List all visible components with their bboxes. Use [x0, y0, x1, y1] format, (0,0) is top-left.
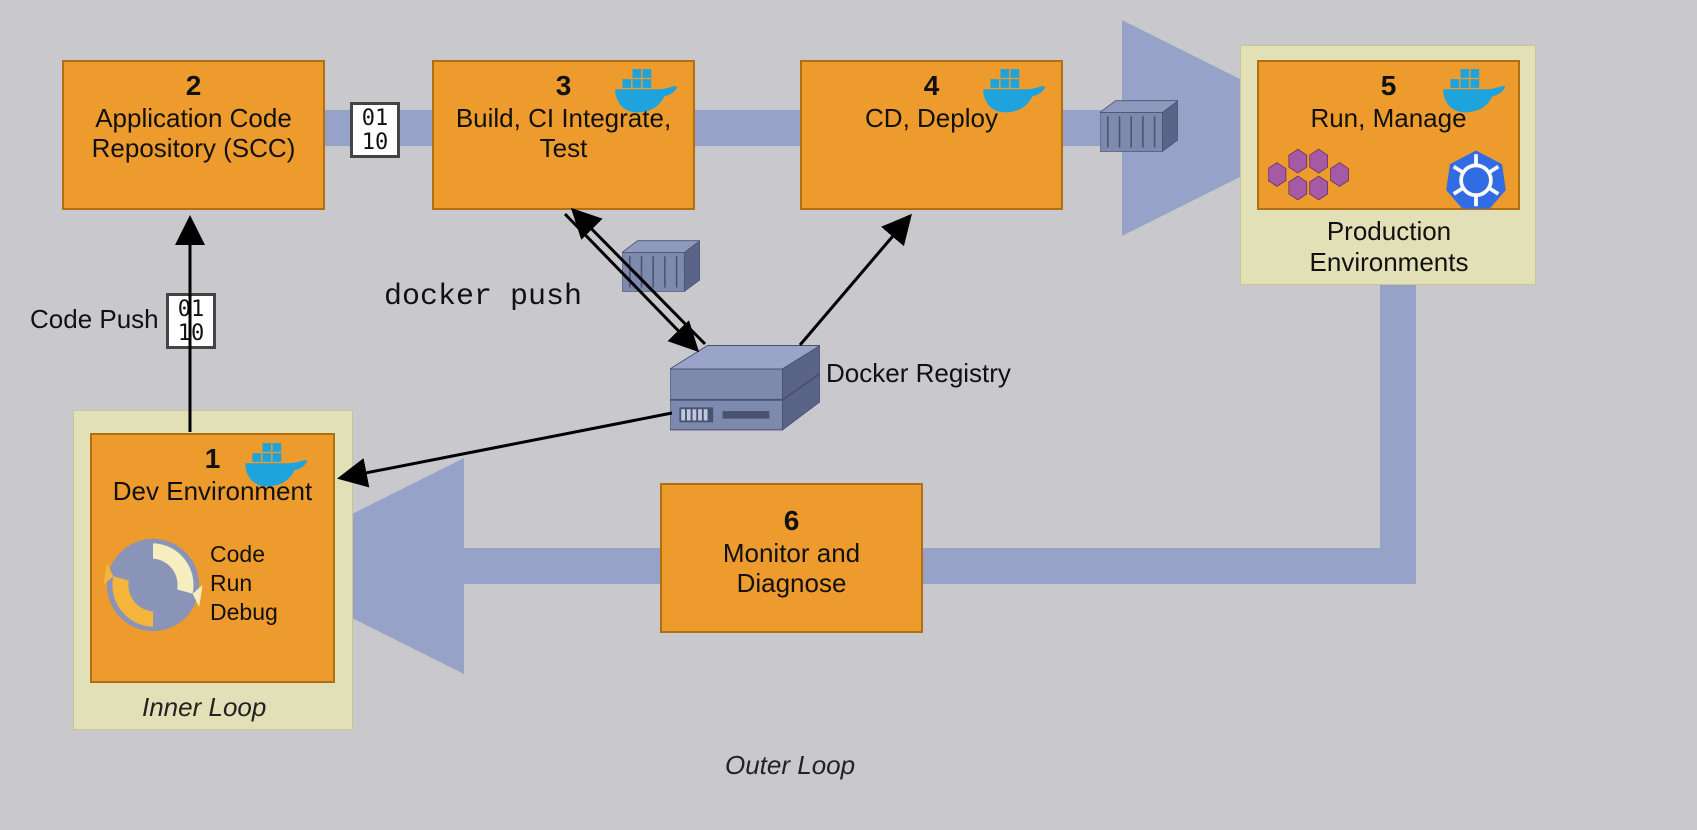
stage-1-num: 1	[205, 443, 221, 475]
cycle-icon	[98, 530, 208, 645]
service-fabric-icon	[1268, 148, 1350, 215]
stage-2-title: Application Code Repository (SCC)	[92, 103, 296, 163]
container-icon	[1100, 100, 1178, 161]
binary-icon: 01 10	[350, 102, 400, 158]
binary-line: 10	[169, 322, 213, 346]
server-icon	[670, 345, 820, 440]
binary-line: 01	[353, 107, 397, 131]
docker-icon	[976, 64, 1048, 116]
cycle-run: Run	[210, 569, 278, 598]
outer-loop-label: Outer Loop	[725, 750, 855, 781]
cycle-list: Code Run Debug	[210, 540, 278, 626]
kubernetes-icon	[1445, 148, 1507, 215]
docker-icon	[608, 64, 680, 116]
stage-6-title: Monitor and Diagnose	[723, 538, 860, 598]
docker-icon	[1436, 64, 1508, 116]
stage-2-box: 2 Application Code Repository (SCC)	[62, 60, 325, 210]
docker-registry-label: Docker Registry	[826, 358, 1011, 389]
container-icon	[622, 240, 700, 301]
binary-line: 10	[353, 131, 397, 155]
docker-push-label: docker push	[384, 280, 582, 314]
production-env-label: Production Environments	[1254, 216, 1524, 278]
cycle-code: Code	[210, 540, 278, 569]
inner-loop-label: Inner Loop	[142, 692, 266, 723]
stage-6-num: 6	[670, 505, 913, 537]
cycle-debug: Debug	[210, 598, 278, 627]
code-push-label: Code Push	[30, 304, 159, 335]
binary-icon: 01 10	[166, 293, 216, 349]
stage-6-box: 6 Monitor and Diagnose	[660, 483, 923, 633]
stage-2-num: 2	[72, 70, 315, 102]
docker-icon	[238, 438, 310, 490]
binary-line: 01	[169, 298, 213, 322]
